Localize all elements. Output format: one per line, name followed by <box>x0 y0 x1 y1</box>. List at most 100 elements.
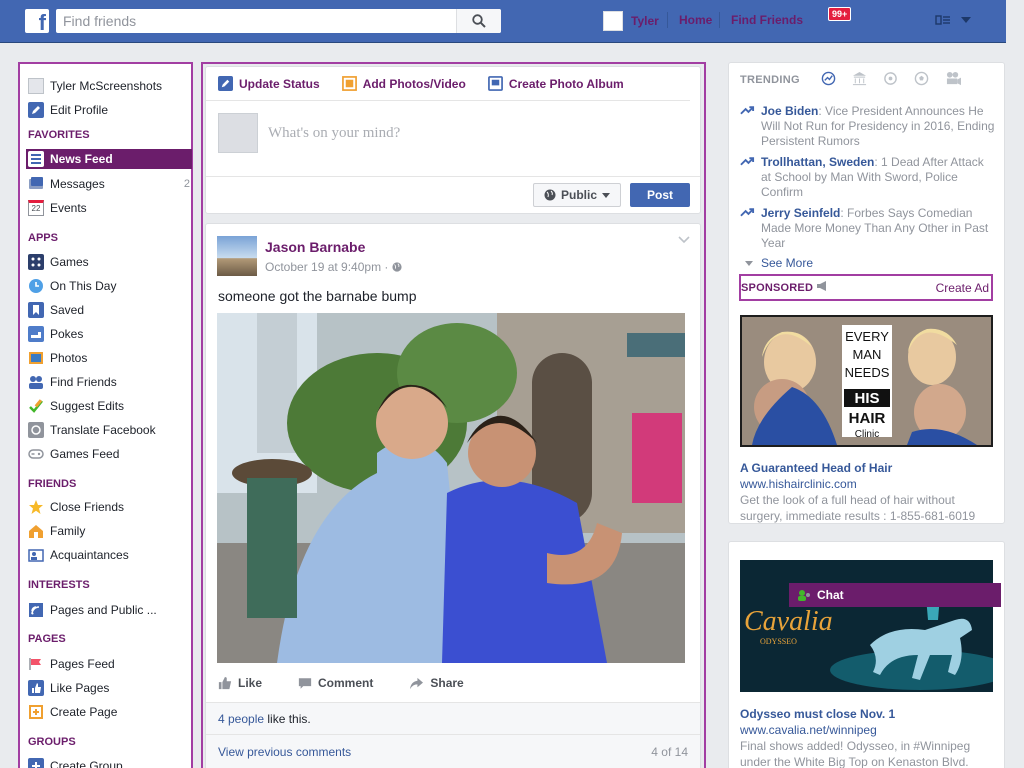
sidebar-item-events[interactable]: 22 Events <box>28 198 190 218</box>
view-previous-comments-link[interactable]: View previous comments <box>218 745 351 759</box>
sidebar-heading-interests: INTERESTS <box>28 579 90 591</box>
share-button[interactable]: Share <box>409 676 464 690</box>
privacy-shortcuts-icon <box>935 15 950 25</box>
audience-selector[interactable]: Public <box>533 183 621 207</box>
sidebar-item-label: Translate Facebook <box>50 423 156 437</box>
status-input[interactable] <box>268 124 668 142</box>
sidebar-item-like-pages[interactable]: Like Pages <box>28 678 190 698</box>
trending-item-title: Joe Biden <box>761 104 819 118</box>
share-icon <box>410 677 424 689</box>
sidebar-item-photos[interactable]: Photos <box>28 348 190 368</box>
ad-url[interactable]: www.cavalia.net/winnipeg <box>740 723 877 737</box>
sidebar-item-messages[interactable]: Messages 2 <box>28 174 190 194</box>
chevron-down-icon <box>602 192 610 198</box>
ad-image-cavalia[interactable]: Cavalia ODYSSEO <box>740 560 993 692</box>
tab-add-photos[interactable]: Add Photos/Video <box>341 76 466 91</box>
tab-update-status[interactable]: Update Status <box>218 76 320 91</box>
comment-button[interactable]: Comment <box>298 676 373 690</box>
nav-find-friends-link[interactable]: Find Friends <box>731 13 803 27</box>
sidebar-item-saved[interactable]: Saved <box>28 300 190 320</box>
create-ad-link[interactable]: Create Ad <box>936 281 989 295</box>
post-author-avatar[interactable] <box>217 236 257 276</box>
facebook-logo[interactable]: f <box>25 9 49 33</box>
sidebar-item-news-feed[interactable]: News Feed <box>26 149 192 169</box>
ad-box-cavalia: Cavalia ODYSSEO Chat Odysseo must close … <box>728 541 1005 768</box>
nav-profile-link[interactable]: Tyler <box>603 11 659 31</box>
sidebar-item-family[interactable]: Family <box>28 521 190 541</box>
post-timestamp[interactable]: October 19 at 9:40pm · <box>265 260 402 274</box>
trending-top-icon[interactable] <box>821 71 836 86</box>
megaphone-icon <box>817 281 827 291</box>
post-author-name[interactable]: Jason Barnabe <box>265 239 365 255</box>
sidebar-edit-profile[interactable]: Edit Profile <box>28 100 190 120</box>
sidebar-item-games[interactable]: Games <box>28 252 190 272</box>
notification-badge[interactable]: 99+ <box>828 7 852 21</box>
sidebar-item-label: Events <box>50 201 87 215</box>
sidebar-heading-friends: FRIENDS <box>28 478 77 490</box>
sports-icon[interactable] <box>914 71 929 86</box>
sidebar-item-acquaintances[interactable]: Acquaintances <box>28 545 190 565</box>
search-icon <box>472 14 486 28</box>
chat-status-icon <box>798 590 810 601</box>
ad-title[interactable]: Odysseo must close Nov. 1 <box>740 707 895 721</box>
chevron-down-icon[interactable] <box>678 236 690 244</box>
nav-home-link[interactable]: Home <box>679 13 712 27</box>
politics-icon[interactable] <box>852 71 867 86</box>
science-icon[interactable] <box>883 71 898 86</box>
tab-label: Update Status <box>239 76 320 91</box>
sidebar-item-translate[interactable]: Translate Facebook <box>28 420 190 440</box>
sidebar-item-label: Games Feed <box>50 447 120 461</box>
pokes-icon <box>28 326 44 342</box>
globe-icon <box>544 189 556 201</box>
see-more-link[interactable]: See More <box>745 256 813 270</box>
sidebar-item-label: Games <box>50 255 89 269</box>
sidebar-item-label: Messages <box>50 177 105 191</box>
tab-create-album[interactable]: Create Photo Album <box>487 76 624 91</box>
nav-settings[interactable] <box>935 13 971 27</box>
trending-item[interactable]: Joe Biden: Vice President Announces He W… <box>740 104 996 149</box>
sidebar-item-suggest-edits[interactable]: Suggest Edits <box>28 396 190 416</box>
ad-description: Final shows added! Odysseo, in #Winnipeg… <box>740 739 971 768</box>
chat-bar[interactable]: Chat <box>789 583 1001 607</box>
events-icon: 22 <box>28 200 44 216</box>
composer-tabs: Update Status Add Photos/Video Create Ph… <box>206 67 690 101</box>
sidebar-item-label: Find Friends <box>50 375 117 389</box>
sidebar-item-pokes[interactable]: Pokes <box>28 324 190 344</box>
sidebar-item-label: Pokes <box>50 327 84 341</box>
sidebar-item-on-this-day[interactable]: On This Day <box>28 276 190 296</box>
likes-people-link[interactable]: 4 people <box>218 712 264 726</box>
sidebar-edit-profile-label: Edit Profile <box>50 103 109 117</box>
ad-url[interactable]: www.hishairclinic.com <box>740 477 857 491</box>
tab-label: Add Photos/Video <box>362 76 466 91</box>
ad-logo-clinic: Clinic <box>855 429 879 440</box>
sidebar-item-find-friends[interactable]: Find Friends <box>28 372 190 392</box>
sidebar-item-close-friends[interactable]: Close Friends <box>28 497 190 517</box>
comments-count: 4 of 14 <box>651 745 688 759</box>
messages-count: 2 <box>183 178 190 190</box>
acquaintances-icon <box>28 549 44 562</box>
on-this-day-icon <box>29 279 43 293</box>
post-photo[interactable] <box>217 313 685 663</box>
trending-category-tabs <box>821 71 962 86</box>
trending-item[interactable]: Jerry Seinfeld: Forbes Says Comedian Mad… <box>740 206 996 251</box>
sidebar-item-create-group[interactable]: Create Group <box>28 756 190 768</box>
entertainment-icon[interactable] <box>945 71 962 86</box>
sidebar-heading-favorites: FAVORITES <box>28 129 90 141</box>
sidebar-item-pages-feed[interactable]: Pages Feed <box>28 654 190 674</box>
sidebar-item-create-page[interactable]: Create Page <box>28 702 190 722</box>
sidebar-item-games-feed[interactable]: Games Feed <box>28 444 190 464</box>
search-input[interactable] <box>56 9 456 33</box>
tab-label: Create Photo Album <box>508 76 624 91</box>
ad-title[interactable]: A Guaranteed Head of Hair <box>740 461 892 475</box>
post-button[interactable]: Post <box>630 183 690 207</box>
trending-item[interactable]: Trollhattan, Sweden: 1 Dead After Attack… <box>740 155 996 200</box>
pages-feed-icon <box>29 658 41 670</box>
sidebar-item-pages-public[interactable]: Pages and Public ... <box>28 600 190 620</box>
sidebar-heading-apps: APPS <box>28 232 58 244</box>
like-button[interactable]: Like <box>218 676 262 690</box>
main-feed: Update Status Add Photos/Video Create Ph… <box>201 62 706 768</box>
search-button[interactable] <box>456 9 501 33</box>
sidebar-item-label: Photos <box>50 351 88 365</box>
sidebar-profile-link[interactable]: Tyler McScreenshots <box>28 76 190 96</box>
ad-image-hair-clinic[interactable]: EVERY MAN NEEDS HIS HAIR Clinic <box>740 315 993 447</box>
